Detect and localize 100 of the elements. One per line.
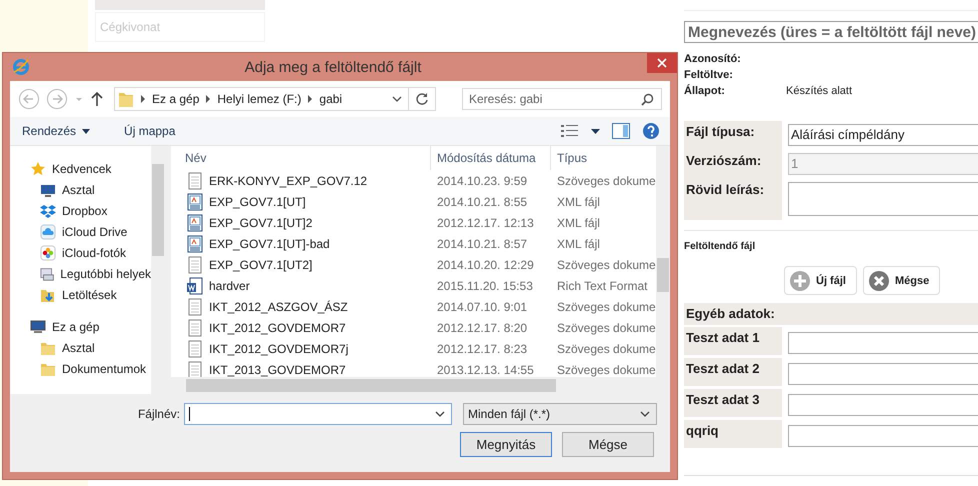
nav-item[interactable]: Dropbox xyxy=(10,200,151,221)
info-label: Feltöltve: xyxy=(684,69,734,83)
folder-icon xyxy=(118,90,134,108)
nav-item[interactable]: iCloud-fotók xyxy=(10,242,151,263)
file-name[interactable]: IKT_2012_GOVDEMOR7j xyxy=(209,342,348,356)
column-header[interactable]: Név xyxy=(171,146,431,170)
column-header[interactable]: Típus xyxy=(551,146,656,170)
file-type: Szöveges dokume xyxy=(556,362,656,376)
open-button[interactable]: Megnyitás xyxy=(460,432,552,457)
file-date: 2014.10.21. 8:55 xyxy=(436,194,528,208)
refresh-icon[interactable] xyxy=(415,92,429,106)
file-date: 2014.10.20. 12:29 xyxy=(436,258,535,272)
file-name-field[interactable] xyxy=(184,403,452,425)
recent-places-icon xyxy=(40,266,54,282)
computer-icon xyxy=(30,318,46,334)
file-type: XML fájl xyxy=(556,236,601,250)
flower-icon xyxy=(40,244,56,260)
nav-item[interactable]: Asztal xyxy=(10,179,151,200)
organize-menu[interactable]: Rendezés xyxy=(18,124,94,138)
text-file-icon xyxy=(187,340,203,358)
forward-icon[interactable] xyxy=(46,88,68,110)
field-label: Teszt adat 3 xyxy=(686,392,760,407)
field-label: Fájl típusa: xyxy=(686,124,755,139)
field-label: Teszt adat 2 xyxy=(686,361,760,376)
file-type: Szöveges dokume xyxy=(556,300,656,314)
cancel-button[interactable]: Mégse xyxy=(862,266,940,295)
file-date: 2012.12.17. 12:13 xyxy=(436,216,535,230)
file-date: 2014.10.23. 9:59 xyxy=(436,174,528,188)
file-date: 2013.12.13. 14:55 xyxy=(436,362,535,376)
dropbox-icon xyxy=(40,202,56,218)
file-type: Szöveges dokume xyxy=(556,258,656,272)
preview-pane-icon[interactable] xyxy=(612,123,630,139)
column-header[interactable]: Módosítás dátuma xyxy=(431,146,551,170)
input-field[interactable] xyxy=(788,394,978,416)
nav-item[interactable]: Ez a gép xyxy=(10,316,151,337)
close-button[interactable] xyxy=(647,53,677,73)
file-type: XML fájl xyxy=(556,194,601,208)
field-label: Rövid leírás: xyxy=(686,182,764,197)
file-name[interactable]: ERK-KONYV_EXP_GOV7.12 xyxy=(209,174,368,188)
file-type: Rich Text Format xyxy=(556,278,648,292)
field-label: Teszt adat 1 xyxy=(686,330,760,345)
window-title: Adja meg a feltöltendő fájlt xyxy=(244,58,422,76)
address-bar[interactable]: Ez a gép Helyi lemez (F:) gabi xyxy=(114,87,436,111)
text-file-icon xyxy=(187,256,203,274)
word-document-icon xyxy=(187,276,203,294)
back-icon[interactable] xyxy=(18,88,40,110)
input-field[interactable] xyxy=(788,363,978,385)
input-field[interactable] xyxy=(788,182,978,216)
search-field[interactable]: Keresés: gabi xyxy=(462,88,662,110)
upload-label: Feltöltendő fájl xyxy=(684,241,756,252)
chevron-icon xyxy=(140,95,146,103)
caret-icon[interactable] xyxy=(435,410,445,418)
input-field[interactable]: Aláírási címpéldány xyxy=(788,124,978,146)
new-folder-button[interactable]: Új mappa xyxy=(120,124,180,138)
input-field[interactable] xyxy=(788,425,978,447)
file-name[interactable]: EXP_GOV7.1[UT]2 xyxy=(209,216,312,230)
view-list-icon[interactable] xyxy=(561,124,579,138)
file-date: 2014.07.10. 9:01 xyxy=(436,300,528,314)
file-date: 2012.12.17. 8:23 xyxy=(436,342,528,356)
chevron-icon xyxy=(307,95,314,103)
file-name[interactable]: EXP_GOV7.1[UT] xyxy=(209,194,306,208)
new-file-button[interactable]: Új fájl xyxy=(784,266,857,295)
breadcrumb-item[interactable]: gabi xyxy=(319,92,342,106)
file-date: 2015.11.20. 15:53 xyxy=(436,278,534,292)
nav-item[interactable]: Letöltések xyxy=(10,284,151,305)
file-name[interactable]: IKT_2013_GOVDEMOR7 xyxy=(209,362,346,376)
caret-icon xyxy=(82,128,90,134)
text-file-icon xyxy=(187,172,203,190)
cancel-button[interactable]: Mégse xyxy=(562,432,654,457)
nav-item[interactable]: Kedvencek xyxy=(10,158,151,179)
name-field[interactable]: Megnevezés (üres = a feltöltött fájl neve) xyxy=(684,21,978,43)
file-name[interactable]: IKT_2012_GOVDEMOR7 xyxy=(209,320,346,334)
breadcrumb-item[interactable]: Helyi lemez (F:) xyxy=(217,92,302,106)
nav-item[interactable]: Dokumentumok xyxy=(10,358,151,379)
file-name[interactable]: hardver xyxy=(209,278,250,292)
caret-icon[interactable] xyxy=(392,95,402,103)
cloud-icon xyxy=(40,224,56,240)
nav-item[interactable]: Asztal xyxy=(10,337,151,358)
file-name[interactable]: IKT_2012_ASZGOV_ÁSZ xyxy=(209,300,348,314)
file-date: 2014.10.21. 8:57 xyxy=(436,236,528,250)
up-arrow-icon[interactable] xyxy=(90,91,104,107)
file-name[interactable]: EXP_GOV7.1[UT]-bad xyxy=(209,236,330,250)
breadcrumb-item[interactable]: Ez a gép xyxy=(152,92,200,106)
chevron-icon xyxy=(205,95,212,103)
close-icon xyxy=(657,58,667,68)
caret-icon[interactable] xyxy=(591,128,600,134)
file-type-dropdown[interactable]: Minden fájl (*.*) xyxy=(463,403,657,425)
input-field[interactable] xyxy=(788,332,978,354)
help-icon[interactable] xyxy=(642,122,660,140)
text-file-icon xyxy=(187,298,203,316)
nav-item[interactable]: Legutóbbi helyek xyxy=(10,263,151,284)
info-label: Állapot: xyxy=(684,85,726,99)
star-icon xyxy=(30,160,46,176)
info-label: Azonosító: xyxy=(684,53,742,67)
scrollbar[interactable] xyxy=(656,146,670,394)
nav-item[interactable]: iCloud Drive xyxy=(10,221,151,242)
field-label: qqriq xyxy=(686,423,718,438)
file-date: 2012.12.17. 8:20 xyxy=(436,320,528,334)
text-file-icon xyxy=(187,318,203,336)
file-name[interactable]: EXP_GOV7.1[UT2] xyxy=(209,258,312,272)
